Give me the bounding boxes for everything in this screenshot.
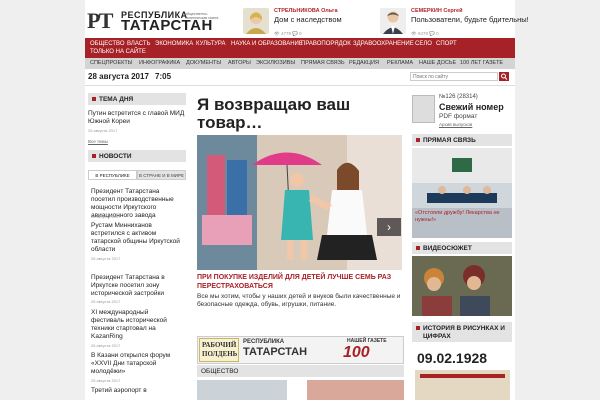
banner-paper-line1: РЕСПУБЛИКА bbox=[243, 339, 285, 345]
news-date: 26 августа 2017 bbox=[91, 299, 121, 304]
nav-item-site-only[interactable]: ТОЛЬКО НА САЙТЕ bbox=[90, 49, 146, 55]
current-date: 28 августа 2017 bbox=[88, 72, 149, 81]
news-date: 26 августа 2017 bbox=[91, 343, 121, 348]
news-item[interactable]: Третий аэропорт в bbox=[91, 387, 183, 395]
news-header-label: НОВОСТИ bbox=[99, 153, 132, 160]
theme-link[interactable]: Путин встретится с главой МИД Южной Коре… bbox=[88, 110, 186, 126]
history-image[interactable] bbox=[415, 370, 510, 400]
author-column-1[interactable]: СТРЕЛЬНИКОВА Ольга Дом с наследством 👁 4… bbox=[243, 6, 373, 36]
main-photo[interactable] bbox=[197, 135, 402, 270]
subnav-item-infographics[interactable]: ИНФОГРАФИКА bbox=[139, 60, 180, 66]
bullet-icon bbox=[416, 326, 420, 330]
tab-republic[interactable]: В РЕСПУБЛИКЕ bbox=[88, 170, 137, 180]
news-date: 25 августа 2017 bbox=[91, 378, 121, 383]
nav-item-power[interactable]: ВЛАСТЬ bbox=[127, 41, 150, 47]
news-tabs: В РЕСПУБЛИКЕ В СТРАНЕ И В МИРЕ bbox=[88, 170, 186, 180]
logo-line2: ТАТАРСТАН bbox=[121, 17, 213, 34]
subnav-item-authors[interactable]: АВТОРЫ bbox=[228, 60, 251, 66]
history-date[interactable]: 09.02.1928 bbox=[417, 350, 487, 366]
news-date: 26 августа 2017 bbox=[91, 214, 121, 219]
search-icon bbox=[501, 73, 508, 80]
author-name: СЕМЕРКИН Сергей bbox=[411, 8, 463, 14]
main-caption[interactable]: ПРИ ПОКУПКЕ ИЗДЕЛИЙ ДЛЯ ДЕТЕЙ ЛУЧШЕ СЕМЬ… bbox=[197, 273, 402, 291]
search-button[interactable] bbox=[499, 72, 509, 81]
nav-item-sport[interactable]: СПОРТ bbox=[436, 41, 457, 47]
nav-item-law[interactable]: ПРАВОПОРЯДОК bbox=[301, 41, 351, 47]
news-item[interactable]: XI международный фестиваль исторической … bbox=[91, 309, 183, 341]
main-lead: Все мы хотим, чтобы у наших детей и внук… bbox=[197, 293, 401, 308]
news-date: 26 августа 2017 bbox=[91, 256, 121, 261]
main-headline[interactable]: Я возвращаю ваш товар… bbox=[197, 96, 397, 132]
issue-cover[interactable] bbox=[412, 95, 435, 123]
nav-item-society[interactable]: ОБЩЕСТВО bbox=[90, 41, 125, 47]
author-article-title[interactable]: Пользователи, будьте бдительны! bbox=[411, 15, 536, 24]
bullet-icon bbox=[416, 246, 420, 250]
search-input[interactable] bbox=[410, 72, 498, 81]
history-header: ИСТОРИЯ В РИСУНКАХ И ЦИФРАХ bbox=[412, 322, 512, 342]
main-nav: ОБЩЕСТВО ВЛАСТЬ ЭКОНОМИКА КУЛЬТУРА НАУКА… bbox=[85, 38, 515, 58]
news-item[interactable]: Президент Татарстана в Иркутске посетил … bbox=[91, 274, 183, 298]
page: РТ РЕСПУБЛИКА общественно-политическая г… bbox=[85, 0, 529, 400]
issue-pdf-link[interactable]: PDF формат bbox=[439, 113, 477, 120]
nav-item-culture[interactable]: КУЛЬТУРА bbox=[196, 41, 226, 47]
nav-item-science[interactable]: НАУКА И ОБРАЗОВАНИЕ bbox=[231, 41, 303, 47]
next-slide-button[interactable]: › bbox=[377, 218, 401, 236]
section-label: ОБЩЕСТВО bbox=[201, 368, 239, 375]
news-item[interactable]: Рустам Минниханов встретился с активом т… bbox=[91, 222, 183, 254]
author-name: СТРЕЛЬНИКОВА Ольга bbox=[274, 8, 338, 14]
author-photo bbox=[380, 8, 406, 34]
subnav-item-editorial[interactable]: РЕДАКЦИЯ bbox=[349, 60, 379, 66]
100-years-banner[interactable]: РАБОЧИЙ ПОЛДЕНЬ РЕСПУБЛИКА ТАТАРСТАН НАШ… bbox=[197, 336, 404, 379]
logo-letters: РТ bbox=[87, 8, 113, 33]
direct-line-label: ПРЯМАЯ СВЯЗЬ bbox=[423, 137, 476, 144]
subnav-item-dossier[interactable]: НАШЕ ДОСЬЕ bbox=[419, 60, 456, 66]
theme-date: 25 августа 2017 bbox=[88, 128, 118, 133]
history-label: ИСТОРИЯ В РИСУНКАХ И ЦИФРАХ bbox=[423, 325, 505, 340]
tab-country-world[interactable]: В СТРАНЕ И В МИРЕ bbox=[137, 170, 186, 180]
section-thumbnails[interactable] bbox=[197, 380, 404, 400]
author-meta: 👁 9478 💬 0 bbox=[411, 31, 439, 36]
all-themes-link[interactable]: Все темы bbox=[88, 139, 108, 144]
subnav-item-100-years[interactable]: 100 ЛЕТ ГАЗЕТЕ bbox=[460, 60, 503, 66]
section-header-society[interactable]: ОБЩЕСТВО bbox=[197, 365, 404, 377]
subnav-item-ads[interactable]: РЕКЛАМА bbox=[387, 60, 413, 66]
banner-badge-line2: ПОЛДЕНЬ bbox=[202, 350, 238, 358]
direct-line-header: ПРЯМАЯ СВЯЗЬ bbox=[412, 134, 512, 146]
theme-header-label: ТЕМА ДНЯ bbox=[99, 96, 134, 103]
subnav-item-documents[interactable]: ДОКУМЕНТЫ bbox=[186, 60, 221, 66]
subnav-item-direct[interactable]: ПРЯМАЯ СВЯЗЬ bbox=[301, 60, 345, 66]
subnav-item-exclusives[interactable]: ЭКСКЛЮЗИВЫ bbox=[256, 60, 295, 66]
banner-paper-line2: ТАТАРСТАН bbox=[243, 346, 308, 358]
nav-item-health[interactable]: ЗДРАВООХРАНЕНИЕ bbox=[353, 41, 414, 47]
direct-line-overlay[interactable]: «Отстояли дружбу! Лекарства не нужны!» bbox=[415, 210, 510, 224]
issue-archive-link[interactable]: Архив выпусков bbox=[439, 122, 472, 127]
news-header: НОВОСТИ bbox=[88, 150, 186, 162]
author-meta: 👁 4779 💬 0 bbox=[274, 31, 302, 36]
news-item[interactable]: В Казани открылся форум «XXVII Дни татар… bbox=[91, 352, 183, 376]
author-column-2[interactable]: СЕМЕРКИН Сергей Пользователи, будьте бди… bbox=[380, 6, 529, 36]
bullet-icon bbox=[416, 138, 420, 142]
nav-item-economy[interactable]: ЭКОНОМИКА bbox=[155, 41, 193, 47]
bullet-icon bbox=[92, 154, 96, 158]
banner-badge-line1: РАБОЧИЙ bbox=[202, 341, 237, 349]
banner-badge: РАБОЧИЙ ПОЛДЕНЬ bbox=[199, 338, 239, 362]
issue-number: №126 (28314) bbox=[439, 94, 478, 100]
current-time: 7:05 bbox=[155, 72, 172, 81]
issue-title[interactable]: Свежий номер bbox=[439, 102, 504, 112]
divider bbox=[85, 85, 515, 86]
sub-nav: СПЕЦПРОЕКТЫ ИНФОГРАФИКА ДОКУМЕНТЫ АВТОРЫ… bbox=[85, 58, 515, 69]
video-label: ВИДЕОСЮЖЕТ bbox=[423, 245, 472, 252]
direct-line-photo[interactable] bbox=[412, 148, 512, 238]
chevron-right-icon: › bbox=[387, 220, 391, 234]
video-thumbnail[interactable] bbox=[412, 256, 512, 316]
author-photo bbox=[243, 8, 269, 34]
theme-header: ТЕМА ДНЯ bbox=[88, 93, 186, 105]
subnav-item-special[interactable]: СПЕЦПРОЕКТЫ bbox=[90, 60, 133, 66]
video-header: ВИДЕОСЮЖЕТ bbox=[412, 242, 512, 254]
nav-item-village[interactable]: СЕЛО bbox=[415, 41, 432, 47]
site-logo[interactable]: РТ РЕСПУБЛИКА общественно-политическая г… bbox=[87, 6, 237, 34]
bullet-icon bbox=[92, 97, 96, 101]
